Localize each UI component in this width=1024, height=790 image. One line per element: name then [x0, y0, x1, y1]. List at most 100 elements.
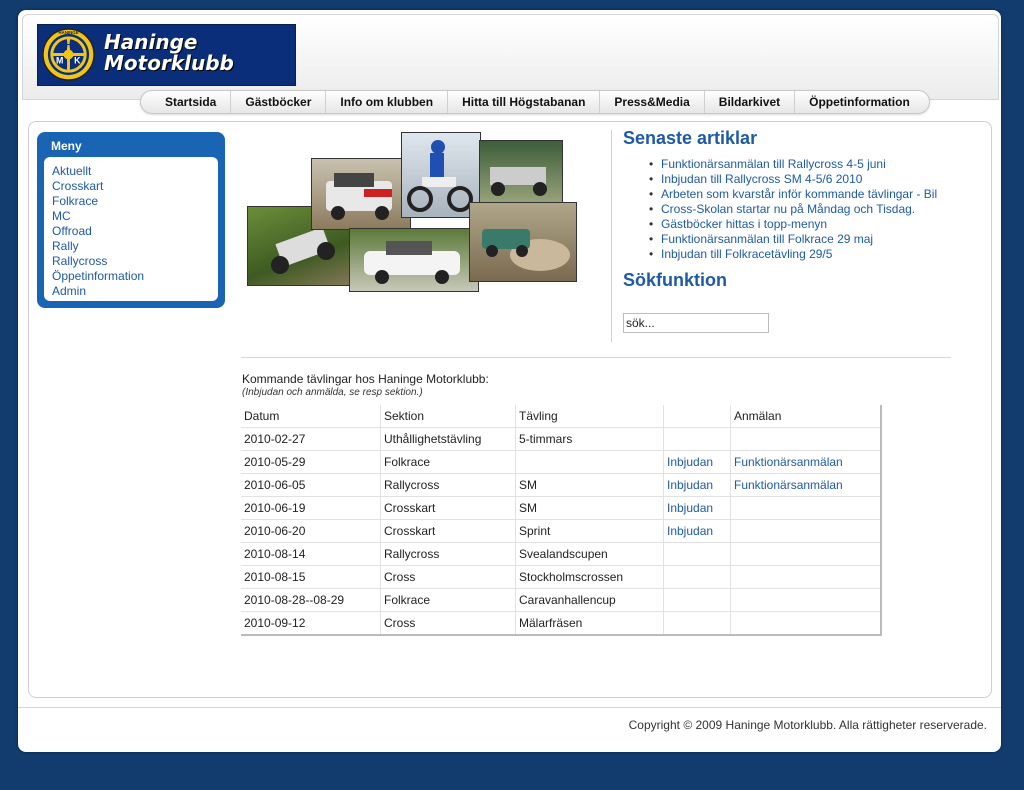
nav-gastbocker[interactable]: Gästböcker	[231, 91, 327, 113]
inbjudan-link[interactable]: Inbjudan	[667, 455, 713, 469]
inbjudan-link[interactable]: Inbjudan	[667, 478, 713, 492]
photo-rally-car-red	[311, 158, 411, 230]
nav-press-media[interactable]: Press&Media	[600, 91, 705, 113]
funktionarsanmalan-link[interactable]: Funktionärsanmälan	[734, 478, 843, 492]
header-tavling: Tävling	[515, 405, 664, 428]
cell-datum: 2010-08-14	[241, 542, 381, 566]
cell-anmalan	[730, 588, 882, 612]
cell-tavling: SM	[515, 473, 664, 497]
search-input[interactable]	[623, 313, 769, 333]
menu-list: Aktuellt Crosskart Folkrace MC Offroad R…	[44, 157, 218, 299]
nav-bildarkivet[interactable]: Bildarkivet	[705, 91, 796, 113]
cell-anmalan	[730, 427, 882, 451]
menu-item-admin[interactable]: Admin	[52, 284, 86, 298]
cell-anmalan	[730, 542, 882, 566]
funktionarsanmalan-link[interactable]: Funktionärsanmälan	[734, 455, 843, 469]
nav-info-om-klubben[interactable]: Info om klubben	[326, 91, 449, 113]
site-logo[interactable]: H M K HANINGE Haninge Motorklubb	[37, 24, 296, 86]
article-link[interactable]: Cross-Skolan startar nu på Måndag och Ti…	[661, 202, 915, 216]
cell-inbjudan	[663, 611, 731, 636]
cell-tavling: Svealandscupen	[515, 542, 664, 566]
footer-copyright: Copyright © 2009 Haninge Motorklubb. All…	[628, 718, 987, 732]
table-row: 2010-06-20 Crosskart Sprint Inbjudan	[241, 519, 882, 543]
cell-anmalan	[730, 565, 882, 589]
cell-sektion: Cross	[380, 611, 516, 636]
article-link[interactable]: Funktionärsanmälan till Folkrace 29 maj	[661, 232, 873, 246]
nav-hitta-till-hogstabanan[interactable]: Hitta till Högstabanan	[448, 91, 601, 113]
table-row: 2010-06-19 Crosskart SM Inbjudan	[241, 496, 882, 520]
cell-sektion: Rallycross	[380, 473, 516, 497]
cell-sektion: Crosskart	[380, 519, 516, 543]
cell-sektion: Folkrace	[380, 450, 516, 474]
cell-tavling: 5-timmars	[515, 427, 664, 451]
latest-articles-title: Senaste artiklar	[623, 128, 758, 148]
emblem-letter-m: M	[56, 55, 63, 65]
menu-title: Meny	[51, 139, 82, 153]
top-nav: Startsida Gästböcker Info om klubben Hit…	[140, 90, 930, 114]
header-sektion: Sektion	[380, 405, 516, 428]
cell-anmalan	[730, 611, 882, 636]
photo-folkrace-dust	[469, 202, 577, 282]
page-container: H M K HANINGE Haninge Motorklubb Startsi…	[18, 10, 1001, 752]
emblem-small-text: HANINGE	[58, 30, 78, 35]
cell-datum: 2010-05-29	[241, 450, 381, 474]
table-row: 2010-08-15 Cross Stockholmscrossen	[241, 565, 882, 589]
menu-box: Aktuellt Crosskart Folkrace MC Offroad R…	[44, 157, 218, 301]
table-row: 2010-02-27 Uthållighetstävling 5-timmars	[241, 427, 882, 451]
header: H M K HANINGE Haninge Motorklubb	[22, 14, 999, 100]
cell-tavling	[515, 450, 664, 474]
cell-inbjudan	[663, 588, 731, 612]
table-row: 2010-08-14 Rallycross Svealandscupen	[241, 542, 882, 566]
article-link[interactable]: Gästböcker hittas i topp-menyn	[661, 217, 827, 231]
cell-datum: 2010-06-20	[241, 519, 381, 543]
article-link[interactable]: Inbjudan till Folkracetävling 29/5	[661, 247, 832, 261]
cell-tavling: Sprint	[515, 519, 664, 543]
menu-item-aktuellt[interactable]: Aktuellt	[52, 164, 91, 178]
photo-collage	[247, 132, 579, 292]
cell-datum: 2010-06-19	[241, 496, 381, 520]
cell-tavling: Caravanhallencup	[515, 588, 664, 612]
main-content: Meny Aktuellt Crosskart Folkrace MC Offr…	[28, 121, 992, 698]
menu-item-crosskart[interactable]: Crosskart	[52, 179, 103, 193]
cell-datum: 2010-06-05	[241, 473, 381, 497]
competitions-note: (Inbjudan och anmälda, se resp sektion.)	[242, 387, 423, 398]
menu-item-mc[interactable]: MC	[52, 209, 71, 223]
menu-item-folkrace[interactable]: Folkrace	[52, 194, 98, 208]
menu-item-rallycross[interactable]: Rallycross	[52, 254, 107, 268]
logo-line-2: Motorklubb	[104, 51, 234, 75]
table-header-row: Datum Sektion Tävling Anmälan	[241, 405, 882, 428]
article-link[interactable]: Inbjudan till Rallycross SM 4-5/6 2010	[661, 172, 862, 186]
inbjudan-link[interactable]: Inbjudan	[667, 524, 713, 538]
cell-datum: 2010-09-12	[241, 611, 381, 636]
menu-item-offroad[interactable]: Offroad	[52, 224, 92, 238]
header-inbjudan	[663, 405, 731, 428]
cell-datum: 2010-08-28--08-29	[241, 588, 381, 612]
search-title: Sökfunktion	[623, 270, 727, 290]
nav-startsida[interactable]: Startsida	[151, 91, 232, 113]
cell-inbjudan	[663, 542, 731, 566]
cell-anmalan	[730, 496, 882, 520]
table-row: 2010-05-29 Folkrace Inbjudan Funktionärs…	[241, 450, 882, 474]
emblem-letter-k: K	[74, 55, 81, 65]
article-link[interactable]: Arbeten som kvarstår inför kommande tävl…	[661, 187, 937, 201]
club-emblem-icon: H M K HANINGE	[42, 28, 95, 81]
side-menu: Meny Aktuellt Crosskart Folkrace MC Offr…	[37, 132, 225, 308]
horizontal-divider	[241, 357, 951, 358]
logo-text: Haninge Motorklubb	[104, 32, 234, 74]
emblem-letter-h: H	[66, 41, 72, 50]
cell-tavling: Mälarfräsen	[515, 611, 664, 636]
cell-datum: 2010-02-27	[241, 427, 381, 451]
latest-articles: Senaste artiklar Funktionärsanmälan till…	[623, 128, 983, 262]
menu-item-rally[interactable]: Rally	[52, 239, 79, 253]
vertical-divider	[611, 130, 612, 342]
nav-oppetinformation[interactable]: Öppetinformation	[795, 91, 924, 113]
cell-anmalan	[730, 519, 882, 543]
article-link[interactable]: Funktionärsanmälan till Rallycross 4-5 j…	[661, 157, 886, 171]
menu-item-oppetinformation[interactable]: Öppetinformation	[52, 269, 144, 283]
table-row: 2010-08-28--08-29 Folkrace Caravanhallen…	[241, 588, 882, 612]
table-row: 2010-06-05 Rallycross SM Inbjudan Funkti…	[241, 473, 882, 497]
inbjudan-link[interactable]: Inbjudan	[667, 501, 713, 515]
table-row: 2010-09-12 Cross Mälarfräsen	[241, 611, 882, 636]
photo-crosskart	[479, 140, 563, 204]
competitions-intro: Kommande tävlingar hos Haninge Motorklub…	[242, 372, 489, 386]
